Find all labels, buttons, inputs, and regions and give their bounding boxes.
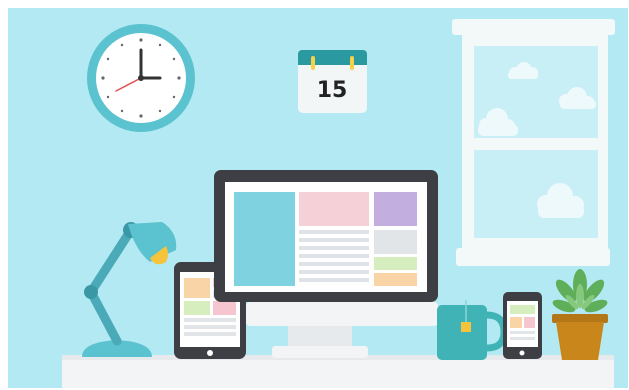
- phone-icon: [503, 292, 542, 359]
- window-icon: [452, 19, 615, 266]
- workspace-illustration: 15: [8, 8, 628, 388]
- desk: [62, 357, 614, 388]
- calendar-day: 15: [317, 78, 348, 103]
- wall-clock-icon: [87, 24, 195, 132]
